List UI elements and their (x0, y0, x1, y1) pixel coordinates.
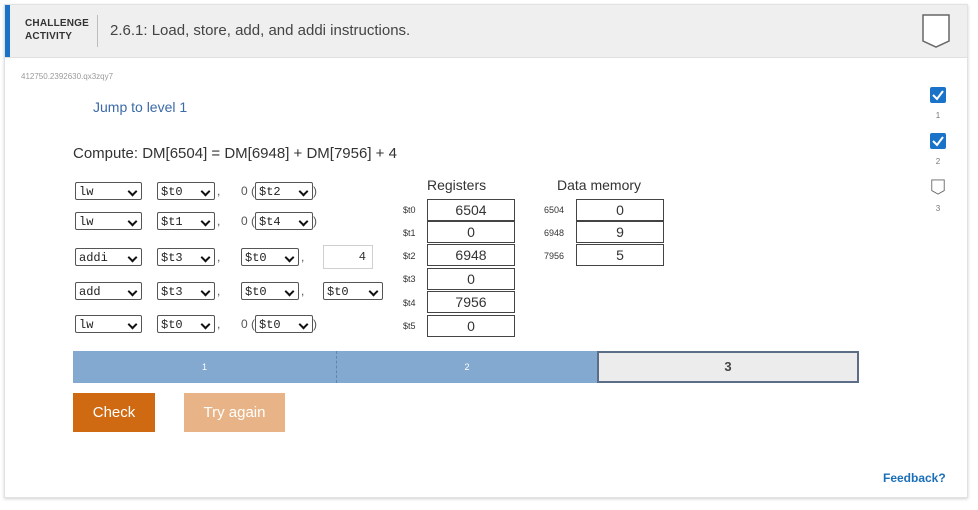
progress-segment-1: 1 (73, 351, 337, 383)
chevron-down-icon (200, 286, 211, 297)
register-value: 6504 (427, 199, 515, 221)
memory-value: 5 (576, 244, 664, 266)
register-select[interactable]: $t0 (157, 182, 215, 200)
register-name: $t2 (403, 251, 416, 261)
comma: , (217, 184, 221, 198)
offset-text: 0 ( (241, 214, 256, 228)
register-value: 0 (427, 268, 515, 290)
level-progress-bar: 1 2 3 (73, 351, 863, 383)
offset-base-group: 0 ( $t2 ) (241, 182, 317, 200)
data-memory-title: Data memory (557, 177, 642, 193)
chevron-down-icon (200, 186, 211, 197)
register-select[interactable]: $t0 (323, 282, 383, 300)
register-name: $t1 (403, 228, 416, 238)
chevron-down-icon (298, 319, 309, 330)
level-number: 2 (935, 157, 941, 166)
opcode-select[interactable]: lw (75, 315, 142, 333)
comma: , (301, 284, 305, 298)
progress-segment-3: 3 (597, 351, 859, 383)
checkmark-icon (930, 87, 946, 103)
comma: , (301, 250, 305, 264)
check-button[interactable]: Check (73, 393, 155, 432)
register-value: 0 (427, 221, 515, 243)
chevron-down-icon (200, 252, 211, 263)
comma: , (217, 284, 221, 298)
register-select[interactable]: $t1 (157, 212, 215, 230)
base-register-select[interactable]: $t4 (255, 212, 314, 230)
memory-value: 9 (576, 221, 664, 243)
offset-base-group: 0 ( $t0 ) (241, 315, 317, 333)
activity-type-label: CHALLENGE ACTIVITY (25, 17, 89, 43)
activity-label-line2: ACTIVITY (25, 31, 73, 42)
close-paren: ) (313, 184, 318, 198)
chevron-down-icon (127, 286, 138, 297)
progress-segment-2: 2 (337, 351, 597, 383)
chevron-down-icon (298, 216, 309, 227)
register-value: 7956 (427, 291, 515, 313)
comma: , (217, 214, 221, 228)
memory-address: 6948 (544, 228, 565, 238)
activity-header: CHALLENGE ACTIVITY 2.6.1: Load, store, a… (5, 5, 967, 58)
offset-base-group: 0 ( $t4 ) (241, 212, 317, 230)
chevron-down-icon (200, 216, 211, 227)
opcode-select[interactable]: lw (75, 212, 142, 230)
opcode-select[interactable]: addi (75, 248, 142, 266)
checkmark-icon (930, 133, 946, 149)
try-again-button[interactable]: Try again (184, 393, 285, 432)
chevron-down-icon (284, 252, 295, 263)
memory-address: 6504 (544, 205, 565, 215)
header-divider (97, 15, 98, 47)
activity-identifier: 412750.2392630.qx3zqy7 (21, 72, 114, 81)
register-value: 0 (427, 315, 515, 337)
chevron-down-icon (127, 216, 138, 227)
base-register-select[interactable]: $t2 (255, 182, 314, 200)
offset-text: 0 ( (241, 317, 256, 331)
opcode-select[interactable]: add (75, 282, 142, 300)
header-accent-bar (5, 5, 10, 57)
completion-badge-icon (922, 14, 950, 48)
activity-label-line1: CHALLENGE (25, 18, 90, 29)
chevron-down-icon (284, 286, 295, 297)
chevron-down-icon (127, 252, 138, 263)
challenge-card: CHALLENGE ACTIVITY 2.6.1: Load, store, a… (4, 4, 968, 498)
chevron-down-icon (127, 319, 138, 330)
chevron-down-icon (127, 186, 138, 197)
register-value: 6948 (427, 244, 515, 266)
register-select[interactable]: $t0 (157, 315, 215, 333)
register-select[interactable]: $t0 (241, 248, 299, 266)
chevron-down-icon (368, 286, 379, 297)
opcode-select[interactable]: lw (75, 182, 142, 200)
registers-title: Registers (427, 177, 487, 193)
comma: , (217, 317, 221, 331)
register-select[interactable]: $t0 (241, 282, 299, 300)
register-name: $t4 (403, 298, 416, 308)
jump-to-level-link[interactable]: Jump to level 1 (93, 99, 187, 115)
register-name: $t3 (403, 274, 416, 284)
immediate-input[interactable]: 4 (323, 245, 373, 269)
register-name: $t0 (403, 205, 416, 215)
feedback-link[interactable]: Feedback? (883, 471, 946, 485)
level-badge-icon (931, 179, 945, 195)
register-select[interactable]: $t3 (157, 282, 215, 300)
comma: , (217, 250, 221, 264)
offset-text: 0 ( (241, 184, 256, 198)
compute-prompt: Compute: DM[6504] = DM[6948] + DM[7956] … (73, 145, 397, 162)
chevron-down-icon (200, 319, 211, 330)
activity-title: 2.6.1: Load, store, add, and addi instru… (110, 22, 411, 39)
level-number: 3 (935, 204, 941, 213)
close-paren: ) (313, 317, 318, 331)
close-paren: ) (313, 214, 318, 228)
register-name: $t5 (403, 321, 416, 331)
register-select[interactable]: $t3 (157, 248, 215, 266)
memory-value: 0 (576, 199, 664, 221)
memory-address: 7956 (544, 251, 565, 261)
level-number: 1 (935, 111, 941, 120)
base-register-select[interactable]: $t0 (255, 315, 314, 333)
chevron-down-icon (298, 186, 309, 197)
